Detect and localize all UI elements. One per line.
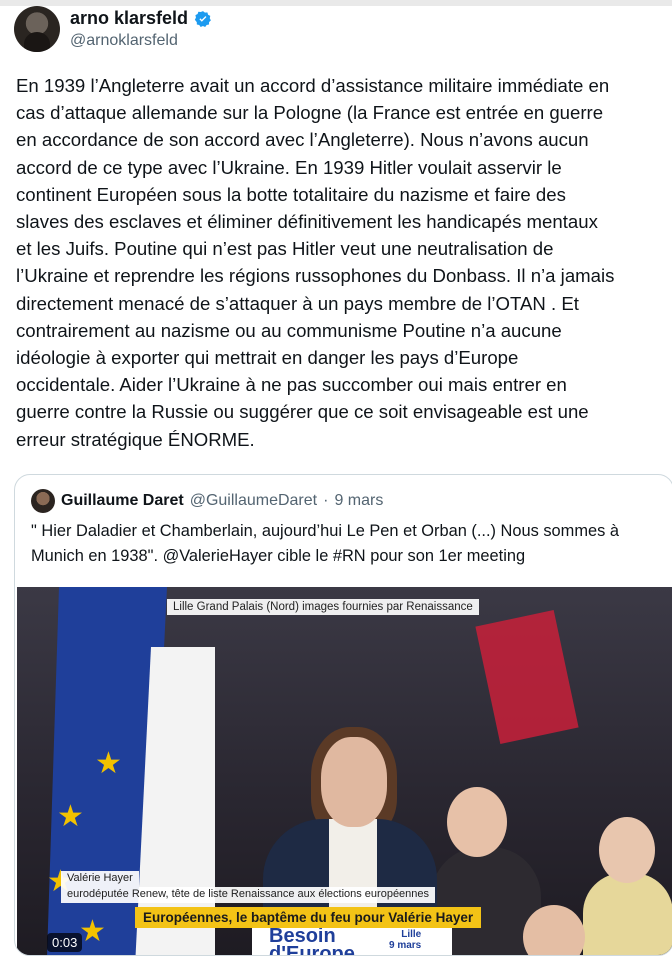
quoted-text: " Hier Daladier et Chamberlain, aujourd’… (31, 522, 619, 565)
audience-person-head (447, 787, 507, 857)
podium-line-2: d'Europe (269, 943, 355, 956)
verified-badge-icon (194, 10, 212, 28)
quoted-tweet[interactable]: Guillaume Daret @GuillaumeDaret · 9 mars… (14, 474, 672, 956)
quoted-separator: · (323, 492, 329, 509)
headline-banner: Européennes, le baptême du feu pour Valé… (135, 907, 482, 928)
eu-star-icon: ★ (57, 800, 84, 833)
quoted-display-name[interactable]: Guillaume Daret (61, 492, 184, 510)
quoted-handle[interactable]: @GuillaumeDaret (190, 492, 317, 510)
lower-third-name: Valérie Hayer (61, 871, 139, 887)
video-timestamp: 0:03 (47, 933, 83, 952)
podium-city: Lille (401, 929, 422, 940)
audience-person (583, 873, 672, 955)
quoted-date[interactable]: 9 mars (334, 492, 383, 510)
speaker-face (321, 737, 387, 827)
eu-star-icon: ★ (79, 915, 106, 948)
podium-date-block: Lille 9 mars (389, 929, 421, 951)
audience-person-head (599, 817, 655, 883)
podium-line-1: Besoin (269, 925, 336, 947)
quoted-avatar[interactable] (31, 489, 55, 513)
author-display-name[interactable]: arno klarsfeld (70, 8, 188, 29)
author-name-row: arno klarsfeld (70, 8, 212, 29)
video-caption-top: Lille Grand Palais (Nord) images fournie… (167, 599, 479, 615)
quoted-video[interactable]: ★ ★ ★ ★ Besoin d'Europe Lille 9 mars Lil… (17, 587, 672, 956)
tweet-text: En 1939 l’Angleterre avait un accord d’a… (16, 75, 615, 450)
author-handle[interactable]: @arnoklarsfeld (70, 32, 178, 50)
lower-third-subtitle: eurodéputée Renew, tête de liste Renaiss… (61, 887, 436, 903)
quoted-header: Guillaume Daret @GuillaumeDaret · 9 mars (31, 489, 383, 513)
eu-star-icon: ★ (95, 747, 122, 780)
tweet-header: arno klarsfeld @arnoklarsfeld (14, 6, 654, 56)
author-avatar[interactable] (14, 6, 60, 52)
